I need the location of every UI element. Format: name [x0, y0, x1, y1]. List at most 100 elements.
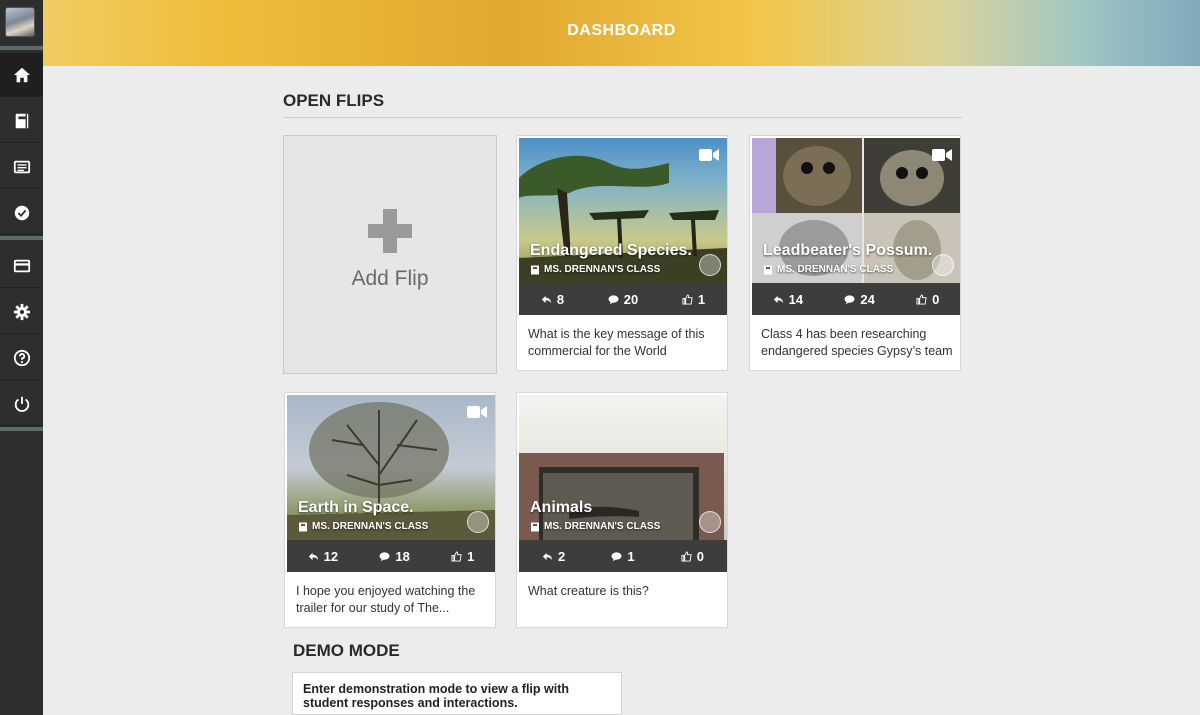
replies-count: 2 [558, 548, 566, 564]
notebook-icon [764, 265, 772, 274]
flip-description: Class 4 has been researching endangered … [761, 327, 953, 358]
flip-thumbnail: Animals MS. DRENNAN'S CLASS [519, 395, 727, 540]
comments-count: 20 [623, 291, 639, 307]
comments-count: 1 [627, 548, 635, 564]
flip-class-label: MS. DRENNAN'S CLASS [312, 521, 429, 532]
comment-icon [844, 294, 855, 304]
power-icon [14, 396, 29, 412]
nav-notebook[interactable] [0, 99, 43, 143]
nav-card[interactable] [0, 244, 43, 288]
comments-count: 24 [860, 291, 875, 307]
reply-icon [542, 552, 553, 560]
section-divider [283, 117, 962, 118]
comments-stat: 24 [844, 291, 875, 307]
check-circle-icon [14, 205, 29, 220]
progress-pie-icon [467, 511, 489, 533]
likes-count: 1 [467, 548, 475, 564]
thumbs-up-icon [682, 293, 693, 305]
video-camera-icon [932, 149, 952, 161]
demo-mode-button[interactable]: Enter demonstration mode to view a flip … [292, 672, 622, 715]
flip-class: MS. DRENNAN'S CLASS [530, 521, 660, 532]
flip-title: Animals [530, 499, 593, 516]
comment-icon [379, 551, 390, 561]
replies-count: 8 [556, 291, 565, 307]
flip-card[interactable]: Earth in Space. MS. DRENNAN'S CLASS 12 1… [284, 392, 496, 628]
gear-icon [13, 303, 30, 320]
flip-card[interactable]: Leadbeater's Possum. MS. DRENNAN'S CLASS… [749, 135, 961, 371]
nav-list[interactable] [0, 145, 43, 189]
flip-stats: 2 1 0 [519, 540, 727, 572]
flip-class: MS. DRENNAN'S CLASS [530, 264, 660, 275]
sidebar-divider [0, 236, 43, 240]
replies-stat: 8 [541, 292, 564, 307]
thumbs-up-icon [451, 550, 462, 562]
header-bar: DASHBOARD [43, 0, 1200, 66]
page-title: DASHBOARD [567, 22, 676, 39]
flip-class: MS. DRENNAN'S CLASS [763, 264, 893, 275]
nav-home[interactable] [0, 53, 43, 97]
nav-power[interactable] [0, 382, 43, 426]
likes-stat: 1 [682, 292, 705, 307]
sidebar-divider [0, 427, 43, 431]
nav-help[interactable] [0, 336, 43, 380]
progress-pie-icon [932, 254, 954, 276]
reply-icon [773, 295, 783, 303]
likes-count: 0 [932, 291, 940, 307]
flip-stats: 8 20 1 [519, 283, 727, 315]
notebook-icon [15, 113, 28, 128]
flip-description: I hope you enjoyed watching the trailer … [296, 584, 476, 615]
comment-icon [608, 294, 619, 304]
flip-thumbnail: Earth in Space. MS. DRENNAN'S CLASS [287, 395, 495, 540]
flip-thumbnail: Endangered Species. MS. DRENNAN'S CLASS [519, 138, 727, 283]
flip-class-label: MS. DRENNAN'S CLASS [544, 521, 661, 532]
likes-stat: 1 [451, 549, 474, 564]
flip-stats: 12 18 1 [287, 540, 495, 572]
sidebar-divider [0, 46, 43, 50]
likes-count: 0 [696, 548, 704, 564]
flip-title: Endangered Species. [530, 242, 692, 259]
notebook-icon [299, 522, 307, 531]
flip-class-label: MS. DRENNAN'S CLASS [544, 264, 661, 275]
comment-icon [611, 551, 622, 561]
reply-icon [308, 552, 318, 560]
flip-card[interactable]: Endangered Species. MS. DRENNAN'S CLASS … [516, 135, 728, 371]
likes-stat: 0 [681, 549, 704, 564]
video-camera-icon [699, 149, 719, 161]
likes-count: 1 [697, 291, 706, 307]
comments-stat: 20 [608, 292, 638, 307]
nav-settings[interactable] [0, 290, 43, 334]
replies-stat: 12 [308, 549, 338, 564]
open-flips-title: OPEN FLIPS [283, 91, 385, 110]
video-camera-icon [467, 406, 487, 418]
add-flip-button[interactable]: Add Flip [283, 135, 497, 374]
demo-mode-text: Enter demonstration mode to view a flip … [303, 682, 569, 710]
flip-card[interactable]: Animals MS. DRENNAN'S CLASS 2 1 0 What c… [516, 392, 728, 628]
flip-description: What creature is this? [528, 584, 649, 598]
flip-thumbnail: Leadbeater's Possum. MS. DRENNAN'S CLASS [752, 138, 960, 283]
sidebar [0, 0, 43, 715]
progress-pie-icon [699, 511, 721, 533]
avatar[interactable] [5, 7, 35, 37]
card-icon [13, 259, 30, 272]
progress-pie-icon [699, 254, 721, 276]
replies-stat: 2 [542, 549, 565, 564]
replies-count: 12 [323, 548, 339, 564]
replies-stat: 14 [773, 292, 803, 307]
help-icon [13, 349, 30, 366]
home-icon [13, 67, 30, 82]
thumbs-up-icon [681, 550, 692, 562]
comments-count: 18 [395, 548, 410, 564]
flip-title: Earth in Space. [298, 499, 414, 516]
list-icon [13, 160, 30, 173]
nav-check[interactable] [0, 191, 43, 235]
flip-title: Leadbeater's Possum. [763, 242, 933, 259]
flip-description: What is the key message of this commerci… [528, 327, 705, 358]
add-flip-label: Add Flip [351, 266, 429, 290]
comments-stat: 18 [379, 548, 410, 564]
replies-count: 14 [788, 291, 804, 307]
likes-stat: 0 [916, 292, 939, 307]
flip-class-label: MS. DRENNAN'S CLASS [777, 264, 894, 275]
comments-stat: 1 [611, 548, 635, 564]
thumbs-up-icon [916, 293, 927, 305]
notebook-icon [531, 265, 539, 274]
